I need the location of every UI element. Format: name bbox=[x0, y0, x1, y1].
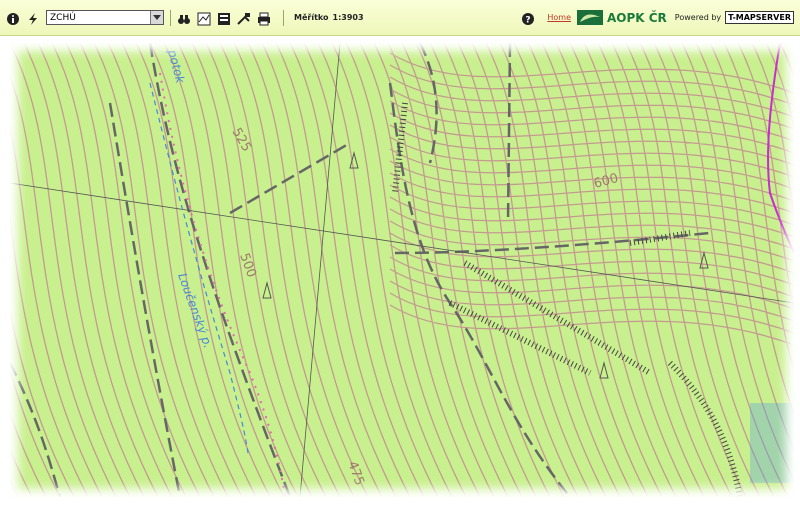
print-icon[interactable] bbox=[257, 11, 271, 25]
layer-select-value: ZCHÚ bbox=[50, 12, 76, 23]
toolbar: ZCHÚ Měřítko 1:3903 ? Home AOPK ČR Power… bbox=[0, 0, 800, 36]
tmapserver-logo: T-MAPSERVER bbox=[725, 11, 794, 24]
map-canvas: 525 600 500 475 potok Loučenský p. bbox=[10, 43, 794, 497]
aopk-brand: AOPK ČR bbox=[606, 10, 667, 25]
toolbar-separator bbox=[170, 9, 171, 26]
svg-text:?: ? bbox=[526, 15, 531, 25]
info-icon[interactable] bbox=[6, 11, 20, 25]
lightning-icon[interactable] bbox=[26, 11, 40, 25]
map-overview-icon[interactable] bbox=[197, 11, 211, 25]
aopk-logo bbox=[576, 10, 603, 25]
map-view[interactable]: 525 600 500 475 potok Loučenský p. bbox=[10, 43, 794, 497]
home-link[interactable]: Home bbox=[547, 13, 571, 22]
layer-select[interactable]: ZCHÚ bbox=[46, 10, 164, 25]
help-icon[interactable]: ? bbox=[521, 11, 535, 25]
water-area bbox=[750, 403, 794, 483]
legend-icon[interactable] bbox=[217, 11, 231, 25]
measure-icon[interactable] bbox=[237, 11, 251, 25]
toolbar-separator bbox=[283, 9, 284, 26]
chevron-down-icon[interactable] bbox=[150, 11, 163, 24]
binoculars-icon[interactable] bbox=[177, 11, 191, 25]
toolbar-right: ? Home AOPK ČR Powered by T-MAPSERVER bbox=[521, 10, 794, 25]
scale-label: Měřítko bbox=[294, 13, 329, 22]
powered-by-label: Powered by bbox=[674, 13, 722, 22]
scale-value: 1:3903 bbox=[332, 13, 364, 22]
